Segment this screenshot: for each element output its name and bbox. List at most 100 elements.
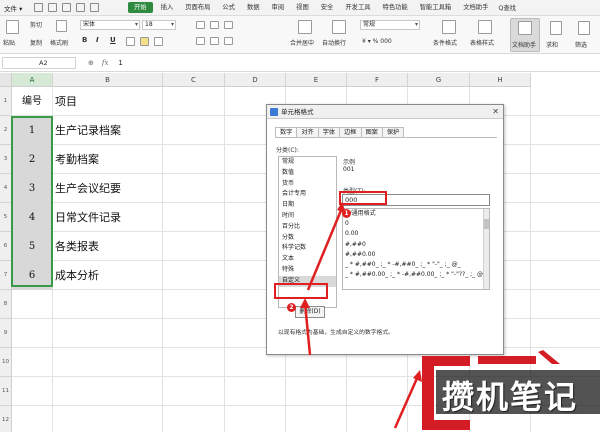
scroll-thumb[interactable] <box>484 219 489 229</box>
bold-button[interactable]: B <box>82 36 87 44</box>
menu-tab-6[interactable]: 视图 <box>290 0 315 16</box>
row-header-11[interactable]: 11 <box>0 377 12 406</box>
undo-icon[interactable] <box>76 3 85 12</box>
preview-icon[interactable] <box>62 3 71 12</box>
menu-tab-3[interactable]: 公式 <box>216 0 241 16</box>
menu-tab-11[interactable]: 文档助手 <box>457 0 494 16</box>
font-color-icon[interactable] <box>154 37 163 46</box>
column-header-D[interactable]: D <box>225 73 286 87</box>
filter-button[interactable]: 筛选 <box>575 40 587 49</box>
category-item[interactable]: 分数 <box>279 233 336 244</box>
column-header-A[interactable]: A <box>12 73 53 87</box>
row-header-7[interactable]: 7 <box>0 261 12 290</box>
cell-number[interactable]: 6 <box>12 261 52 290</box>
category-item[interactable]: 货币 <box>279 179 336 190</box>
auto-wrap-button[interactable]: 自动换行 <box>322 38 346 47</box>
align-left-icon[interactable] <box>196 37 205 45</box>
italic-button[interactable]: I <box>96 36 99 44</box>
type-list[interactable]: G/通用格式 0 0.00 #,##0 #,##0.00 _ * #,##0_ ;_ * … <box>342 208 490 290</box>
dialog-tab-1[interactable]: 对齐 <box>296 127 319 137</box>
category-item[interactable]: 数值 <box>279 168 336 179</box>
cell-item[interactable]: 日常文件记录 <box>53 203 163 232</box>
redo-icon[interactable] <box>90 3 99 12</box>
menu-tab-1[interactable]: 插入 <box>155 0 180 16</box>
row-header-5[interactable]: 5 <box>0 203 12 232</box>
row-header-6[interactable]: 6 <box>0 232 12 261</box>
row-header-1[interactable]: 1 <box>0 87 12 116</box>
dialog-tab-3[interactable]: 边框 <box>339 127 362 137</box>
paste-button[interactable]: 粘贴 <box>3 38 15 47</box>
dialog-tab-2[interactable]: 字体 <box>317 127 341 137</box>
type-item[interactable]: 0.00 <box>343 229 489 239</box>
table-style-icon[interactable] <box>478 20 492 34</box>
fx-icon[interactable]: fx <box>102 59 109 67</box>
dialog-tab-5[interactable]: 保护 <box>381 127 405 137</box>
align-middle-icon[interactable] <box>210 21 219 29</box>
row-header-8[interactable]: 8 <box>0 290 12 319</box>
menu-tab-5[interactable]: 审阅 <box>266 0 291 16</box>
doc-helper-icon[interactable] <box>518 21 532 35</box>
cell-B1-header[interactable]: 项目 <box>53 87 163 116</box>
sum-icon[interactable] <box>550 21 562 35</box>
cell-A1-header[interactable]: 编号 <box>12 87 52 116</box>
merge-center-button[interactable]: 合并居中 <box>290 38 314 47</box>
menu-tab-8[interactable]: 开发工具 <box>339 0 376 16</box>
underline-button[interactable]: U <box>110 36 116 44</box>
paste-icon[interactable] <box>6 20 19 34</box>
menu-tab-9[interactable]: 特色功能 <box>377 0 414 16</box>
category-item[interactable]: 科学记数 <box>279 243 336 254</box>
currency-percent-icons[interactable]: ¥ ▾ % 000 <box>362 38 392 45</box>
copy-button[interactable]: 复制 <box>30 38 42 47</box>
cell-number[interactable]: 5 <box>12 232 52 261</box>
cell-number[interactable]: 2 <box>12 145 52 174</box>
number-format-select[interactable]: 常规 <box>360 20 420 30</box>
category-item[interactable]: 百分比 <box>279 222 336 233</box>
cell-item[interactable]: 成本分析 <box>53 261 163 290</box>
column-header-E[interactable]: E <box>286 73 347 87</box>
delete-button[interactable]: 删除(D) <box>295 306 325 318</box>
row-header-9[interactable]: 9 <box>0 319 12 348</box>
category-item[interactable]: 会计专用 <box>279 189 336 200</box>
name-box[interactable]: A2 <box>2 57 76 69</box>
border-icon[interactable] <box>126 37 135 46</box>
column-header-H[interactable]: H <box>470 73 531 87</box>
wrap-icon[interactable] <box>332 20 346 34</box>
fill-color-icon[interactable] <box>140 37 149 46</box>
table-style-button[interactable]: 表格样式 <box>470 38 494 47</box>
row-header-10[interactable]: 10 <box>0 348 12 377</box>
print-icon[interactable] <box>48 3 57 12</box>
cell-number[interactable]: 1 <box>12 116 52 145</box>
type-item[interactable]: _ * #,##0_ ;_ * -#,##0_ ;_ * "-"_ ;_ @_ <box>343 260 489 270</box>
doc-helper-button[interactable]: 文档助手 <box>512 40 536 49</box>
category-item[interactable]: 日期 <box>279 200 336 211</box>
cell-number[interactable]: 3 <box>12 174 52 203</box>
sum-button[interactable]: 求和 <box>546 40 558 49</box>
category-item[interactable]: 常规 <box>279 157 336 168</box>
category-item[interactable]: 文本 <box>279 254 336 265</box>
format-painter-button[interactable]: 格式刷 <box>50 38 68 47</box>
column-header-C[interactable]: C <box>163 73 225 87</box>
type-item[interactable]: #,##0.00 <box>343 250 489 260</box>
close-icon[interactable]: ✕ <box>492 105 499 119</box>
type-item[interactable]: _ * #,##0.00_ ;_ * -#,##0.00_ ;_ * "-"??… <box>343 270 489 280</box>
row-header-4[interactable]: 4 <box>0 174 12 203</box>
column-header-B[interactable]: B <box>53 73 163 87</box>
dialog-tab-4[interactable]: 图案 <box>360 127 383 137</box>
save-icon[interactable] <box>34 3 43 12</box>
brush-icon[interactable] <box>56 20 67 32</box>
cell-item[interactable]: 生产记录档案 <box>53 116 163 145</box>
row-header-3[interactable]: 3 <box>0 145 12 174</box>
font-name-select[interactable]: 宋体 <box>80 20 140 30</box>
column-header-G[interactable]: G <box>408 73 470 87</box>
formula-input[interactable]: 1 <box>118 59 122 67</box>
row-header-2[interactable]: 2 <box>0 116 12 145</box>
menu-tab-0[interactable]: 开始 <box>128 2 153 13</box>
file-menu[interactable]: 文件 ▾ <box>0 3 30 13</box>
cell-item[interactable]: 各类报表 <box>53 232 163 261</box>
row-header-12[interactable]: 12 <box>0 406 12 432</box>
column-header-F[interactable]: F <box>347 73 408 87</box>
type-item[interactable]: #,##0 <box>343 240 489 250</box>
align-center-icon[interactable] <box>210 37 219 45</box>
cell-item[interactable]: 生产会议纪要 <box>53 174 163 203</box>
cell-item[interactable]: 考勤档案 <box>53 145 163 174</box>
